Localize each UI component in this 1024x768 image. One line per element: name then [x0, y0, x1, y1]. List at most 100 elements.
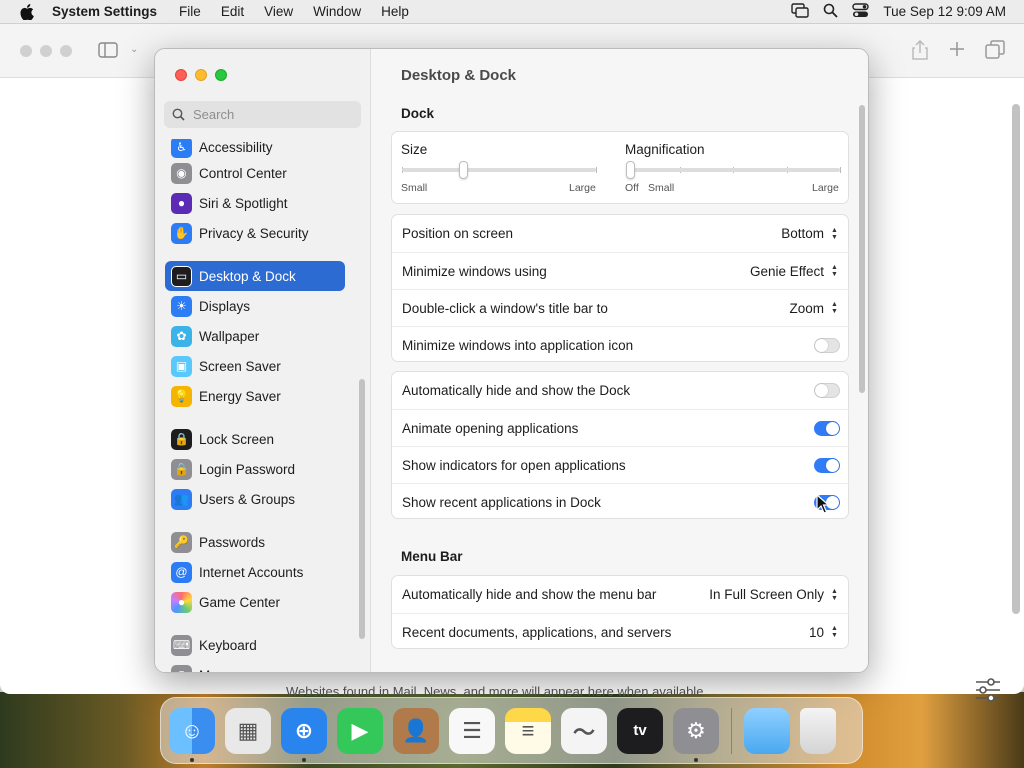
- popup-value: Genie Effect: [749, 263, 824, 279]
- toggle-switch[interactable]: [814, 420, 840, 436]
- sidebar-scrollbar[interactable]: [359, 379, 365, 639]
- sidebar-item-game-center[interactable]: ● Game Center: [165, 587, 345, 617]
- slider-tick: [596, 167, 597, 173]
- minimize-button[interactable]: [195, 69, 207, 81]
- safari-close-button[interactable]: [20, 45, 32, 57]
- sidebar-item-login-password[interactable]: 🔒 Login Password: [165, 454, 345, 484]
- sidebar-item-screen-saver[interactable]: ▣ Screen Saver: [165, 351, 345, 381]
- running-indicator: [302, 757, 306, 762]
- toggle-switch[interactable]: [814, 457, 840, 473]
- close-button[interactable]: [175, 69, 187, 81]
- trash-icon[interactable]: [800, 707, 836, 754]
- system-settings-icon[interactable]: ⚙: [673, 707, 719, 762]
- sidebar-item-label: Privacy & Security: [199, 225, 309, 241]
- sidebar-item-lock-screen[interactable]: 🔒 Lock Screen: [165, 424, 345, 454]
- row-label: Animate opening applications: [402, 420, 579, 436]
- sidebar-item-users-groups[interactable]: 👥 Users & Groups: [165, 484, 345, 514]
- sidebar-item-siri-spotlight[interactable]: ● Siri & Spotlight: [165, 188, 345, 218]
- sidebar-item-displays[interactable]: ☀ Displays: [165, 291, 345, 321]
- new-tab-icon[interactable]: [948, 40, 966, 61]
- sidebar-item-energy-saver[interactable]: 💡 Energy Saver: [165, 381, 345, 411]
- size-slider-track[interactable]: [402, 168, 596, 172]
- row-recent-documents-applications-and-servers: Recent documents, applications, and serv…: [392, 613, 850, 650]
- pane-scrollbar[interactable]: [859, 105, 865, 393]
- row-label: Show recent applications in Dock: [402, 494, 601, 510]
- freeform-icon[interactable]: 〜: [561, 707, 607, 754]
- updown-chevron-icon: ▲ ▼: [831, 226, 838, 241]
- chevron-down-icon[interactable]: ⌄: [130, 44, 138, 55]
- tab-overview-icon[interactable]: [985, 40, 1005, 62]
- menu-edit[interactable]: Edit: [221, 4, 244, 19]
- dock-sliders-group: Size Small Large Magnification Off Small…: [391, 131, 849, 204]
- downloads-folder-icon[interactable]: [744, 707, 790, 754]
- magnification-slider-track[interactable]: [626, 168, 840, 172]
- sidebar-item-keyboard[interactable]: ⌨ Keyboard: [165, 630, 345, 660]
- bulb-icon: 💡: [171, 385, 192, 407]
- sidebar-item-internet-accounts[interactable]: @ Internet Accounts: [165, 557, 345, 587]
- menu-app-name[interactable]: System Settings: [52, 4, 157, 19]
- screen-mirroring-icon[interactable]: [791, 2, 810, 21]
- launchpad-icon[interactable]: ▦: [225, 707, 271, 754]
- size-max-label: Large: [569, 182, 596, 194]
- search-field[interactable]: Search: [164, 101, 361, 128]
- slider-tick: [840, 167, 841, 173]
- sidebar-item-label: Users & Groups: [199, 491, 296, 507]
- finder-icon[interactable]: ☺: [169, 707, 215, 762]
- reminders-icon[interactable]: ☰: [449, 707, 495, 754]
- row-automatically-hide-and-show-the-dock: Automatically hide and show the Dock: [392, 372, 850, 409]
- sidebar-item-passwords[interactable]: 🔑 Passwords: [165, 527, 345, 557]
- customize-start-page-icon[interactable]: [974, 678, 1002, 705]
- toggle-switch[interactable]: [814, 383, 840, 398]
- row-animate-opening-applications: Animate opening applications: [392, 409, 850, 446]
- menubar-options-group: Automatically hide and show the menu bar…: [391, 575, 850, 650]
- popup-button[interactable]: In Full Screen Only ▲ ▼: [709, 586, 840, 603]
- dock-icon: ▭: [171, 265, 192, 287]
- hand-icon: ✋: [171, 222, 192, 244]
- accessibility-icon: ♿: [171, 139, 192, 158]
- menu-view[interactable]: View: [264, 4, 293, 19]
- menu-file[interactable]: File: [179, 4, 201, 19]
- control-center-icon[interactable]: [852, 2, 870, 21]
- magnification-slider-thumb[interactable]: [626, 161, 635, 179]
- popup-button[interactable]: Zoom ▲ ▼: [789, 300, 840, 317]
- menu-help[interactable]: Help: [381, 4, 409, 19]
- updown-chevron-icon: ▲ ▼: [831, 587, 838, 602]
- zoom-button[interactable]: [215, 69, 227, 81]
- safari-zoom-button[interactable]: [60, 45, 72, 57]
- sidebar-item-wallpaper[interactable]: ✿ Wallpaper: [165, 321, 345, 351]
- facetime-icon[interactable]: ▶: [337, 707, 383, 754]
- apple-menu-icon[interactable]: [16, 3, 38, 20]
- sidebar-item-label: Screen Saver: [199, 358, 281, 374]
- at-icon: @: [171, 561, 192, 583]
- safari-minimize-button[interactable]: [40, 45, 52, 57]
- toggle-switch[interactable]: [814, 337, 840, 353]
- updown-chevron-icon: ▲ ▼: [831, 264, 838, 278]
- search-icon: [172, 108, 185, 121]
- sidebar-item-desktop-dock[interactable]: ▭ Desktop & Dock: [165, 261, 345, 291]
- notes-icon[interactable]: ≡: [505, 707, 551, 754]
- contacts-icon[interactable]: 👤: [393, 707, 439, 754]
- apple-tv-icon[interactable]: tv: [617, 707, 663, 754]
- share-icon[interactable]: [912, 39, 928, 63]
- popup-button[interactable]: Bottom ▲ ▼: [781, 225, 840, 242]
- menubar-clock[interactable]: Tue Sep 12 9:09 AM: [883, 4, 1006, 19]
- sidebar-item-privacy-security[interactable]: ✋ Privacy & Security: [165, 218, 345, 248]
- sun-icon: ☀: [171, 295, 192, 317]
- spotlight-search-icon[interactable]: [823, 3, 839, 21]
- popup-button[interactable]: Genie Effect ▲ ▼: [750, 263, 840, 280]
- sidebar-item-label: Game Center: [199, 594, 281, 610]
- safari-scrollbar[interactable]: [1012, 104, 1020, 614]
- popup-button[interactable]: 10 ▲ ▼: [809, 624, 840, 641]
- row-show-recent-applications-in-dock: Show recent applications in Dock: [392, 483, 850, 520]
- safari-icon[interactable]: ⊕: [281, 707, 327, 762]
- sidebar-item-label: Passwords: [199, 534, 266, 550]
- menu-window[interactable]: Window: [313, 4, 361, 19]
- sidebar-item-mouse[interactable]: ▮ Mouse: [165, 660, 345, 672]
- sidebar-item-control-center[interactable]: ◉ Control Center: [165, 158, 345, 188]
- key-icon: 🔑: [171, 531, 192, 553]
- size-slider-thumb[interactable]: [459, 161, 469, 179]
- sidebar-toggle-icon[interactable]: [98, 42, 118, 61]
- dock-options-group: Position on screen Bottom ▲ ▼ Minimize windo…: [391, 214, 850, 362]
- sidebar-item-label: Siri & Spotlight: [199, 195, 288, 211]
- screen-saver-icon: ▣: [171, 355, 192, 377]
